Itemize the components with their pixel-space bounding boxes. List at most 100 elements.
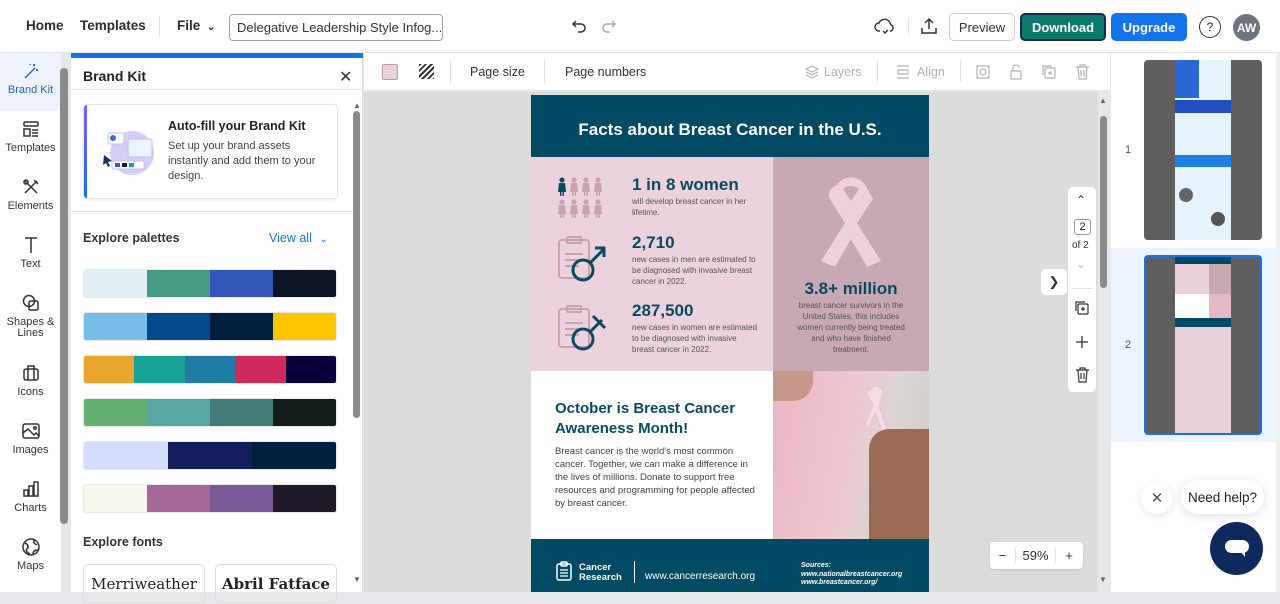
page-number-input[interactable]: 2: [1074, 219, 1091, 235]
thumb-block: [1211, 212, 1225, 226]
trash-icon[interactable]: [1075, 64, 1090, 85]
redo-icon[interactable]: [601, 17, 617, 38]
ribbon-photo[interactable]: [773, 371, 929, 539]
awareness-month-section[interactable]: October is Breast Cancer Awareness Month…: [531, 371, 773, 539]
chat-button[interactable]: [1210, 522, 1263, 575]
scroll-down-arrow[interactable]: ▼: [1099, 575, 1107, 584]
delete-page-icon[interactable]: [1075, 367, 1090, 388]
file-menu[interactable]: File ⌄: [177, 18, 215, 33]
cloud-saved-icon[interactable]: [874, 16, 896, 41]
align-button[interactable]: Align: [917, 65, 945, 79]
group-icon[interactable]: [975, 64, 991, 85]
color-palette[interactable]: [83, 269, 337, 298]
thumbnail-page-1[interactable]: [1144, 60, 1262, 240]
rail-item-elements[interactable]: Elements: [0, 169, 61, 227]
zoom-level[interactable]: 59%: [1016, 548, 1056, 563]
rail-label: Images: [12, 444, 49, 456]
scroll-down-arrow[interactable]: ▼: [353, 575, 361, 584]
preview-button[interactable]: Preview: [949, 13, 1015, 41]
page-numbers-button[interactable]: Page numbers: [565, 65, 646, 79]
footer-url[interactable]: www.cancerresearch.org: [645, 571, 755, 582]
share-upload-icon[interactable]: [919, 16, 939, 41]
rail-item-text[interactable]: Text: [0, 227, 61, 285]
thumb-block: [1175, 318, 1231, 327]
source-link[interactable]: www.breastcancer.org/: [801, 579, 902, 588]
color-palette[interactable]: [83, 312, 337, 341]
thumb-block: [1209, 264, 1231, 294]
font-card-abril-fatface[interactable]: Abril Fatface: [215, 564, 337, 604]
chevron-down-icon[interactable]: ⌄: [1076, 257, 1086, 271]
file-menu-label: File: [177, 18, 201, 33]
rail-item-icons[interactable]: Icons: [0, 355, 61, 413]
rail-item-brand-kit[interactable]: Brand Kit: [0, 53, 61, 111]
infographic-heading[interactable]: Facts about Breast Cancer in the U.S.: [531, 95, 929, 157]
photo-face: [773, 371, 813, 401]
need-help-bubble[interactable]: Need help?: [1181, 480, 1264, 514]
lock-icon[interactable]: [1008, 63, 1024, 85]
help-button[interactable]: ?: [1199, 16, 1221, 38]
palette-swatch: [147, 485, 210, 512]
color-palette[interactable]: [83, 355, 337, 384]
awareness-title: October is Breast Cancer Awareness Month…: [555, 400, 736, 437]
rail-label: Charts: [14, 502, 47, 514]
stat-description: new cases in women are estimated to be d…: [632, 323, 757, 354]
chevron-down-icon: ⌄: [207, 22, 216, 33]
add-page-icon[interactable]: [1074, 334, 1090, 355]
survivors-section[interactable]: 3.8+ million breast cancer survivors in …: [773, 157, 929, 371]
rail-item-maps[interactable]: Maps: [0, 529, 61, 587]
zoom-out-button[interactable]: −: [990, 548, 1016, 563]
avatar[interactable]: AW: [1233, 14, 1260, 41]
divider: [71, 89, 363, 90]
divider: [71, 211, 353, 212]
download-button[interactable]: Download: [1020, 13, 1106, 41]
rail-item-templates[interactable]: Templates: [0, 111, 61, 169]
canvas-scrollbar[interactable]: [1100, 116, 1107, 288]
templates-link[interactable]: Templates: [80, 18, 146, 33]
thumb-block: [1175, 257, 1231, 264]
scroll-up-arrow[interactable]: ▲: [353, 101, 361, 110]
scroll-up-arrow[interactable]: ▲: [1099, 96, 1107, 105]
rail-scrollbar[interactable]: [60, 68, 68, 524]
color-palette[interactable]: [83, 398, 337, 427]
rail-item-shapes-lines[interactable]: Shapes & Lines: [0, 285, 61, 349]
next-page-button[interactable]: ❯: [1041, 269, 1067, 295]
font-card-merriweather[interactable]: Merriweather: [83, 564, 205, 604]
page-controls: ⌃ 2 of 2 ⌄: [1068, 187, 1096, 392]
rail-item-charts[interactable]: Charts: [0, 471, 61, 529]
panel-scrollbar[interactable]: [353, 111, 360, 418]
duplicate-page-icon[interactable]: [1074, 300, 1090, 321]
pattern-icon[interactable]: [419, 64, 434, 79]
palette-swatch: [84, 313, 147, 340]
stat-value: 1 in 8 women: [632, 175, 739, 194]
templates-icon: [22, 121, 39, 137]
upgrade-button[interactable]: Upgrade: [1111, 13, 1187, 41]
divider: [877, 60, 878, 82]
palette-swatch: [235, 356, 286, 383]
undo-icon[interactable]: [571, 17, 587, 38]
source-link[interactable]: www.nationalbreastcancer.org: [801, 571, 902, 580]
view-all-link[interactable]: View all ⌄: [269, 231, 328, 245]
autofill-brand-kit-card[interactable]: Auto-fill your Brand Kit Set up your bra…: [83, 104, 338, 199]
document-title-input[interactable]: Delegative Leadership Style Infog...: [229, 14, 443, 41]
facts-section[interactable]: 1 in 8 women will develop breast cancer …: [531, 157, 773, 371]
home-link[interactable]: Home: [26, 18, 64, 33]
prev-page-chevron-up-icon[interactable]: ⌃: [1076, 193, 1086, 207]
close-help-button[interactable]: ✕: [1141, 482, 1173, 514]
thumbnail-page-2[interactable]: [1144, 255, 1262, 435]
color-palette[interactable]: [83, 441, 337, 470]
background-color-swatch[interactable]: [382, 64, 398, 80]
page-size-button[interactable]: Page size: [470, 65, 525, 79]
design-page[interactable]: Facts about Breast Cancer in the U.S. 1 …: [531, 95, 929, 592]
zoom-in-button[interactable]: +: [1056, 548, 1082, 563]
duplicate-icon[interactable]: [1041, 64, 1057, 85]
divider: [634, 561, 635, 583]
rail-label: Icons: [17, 386, 44, 398]
color-palette[interactable]: [83, 484, 337, 513]
thumbnail-content: [1175, 60, 1231, 240]
rail-item-images[interactable]: Images: [0, 413, 61, 471]
layers-button[interactable]: Layers: [824, 65, 862, 79]
card-accent-bar: [84, 105, 87, 198]
infographic-footer[interactable]: Cancer Research www.cancerresearch.org S…: [531, 539, 929, 592]
close-icon[interactable]: ✕: [339, 67, 352, 87]
chevron-down-icon: ⌄: [319, 234, 328, 245]
